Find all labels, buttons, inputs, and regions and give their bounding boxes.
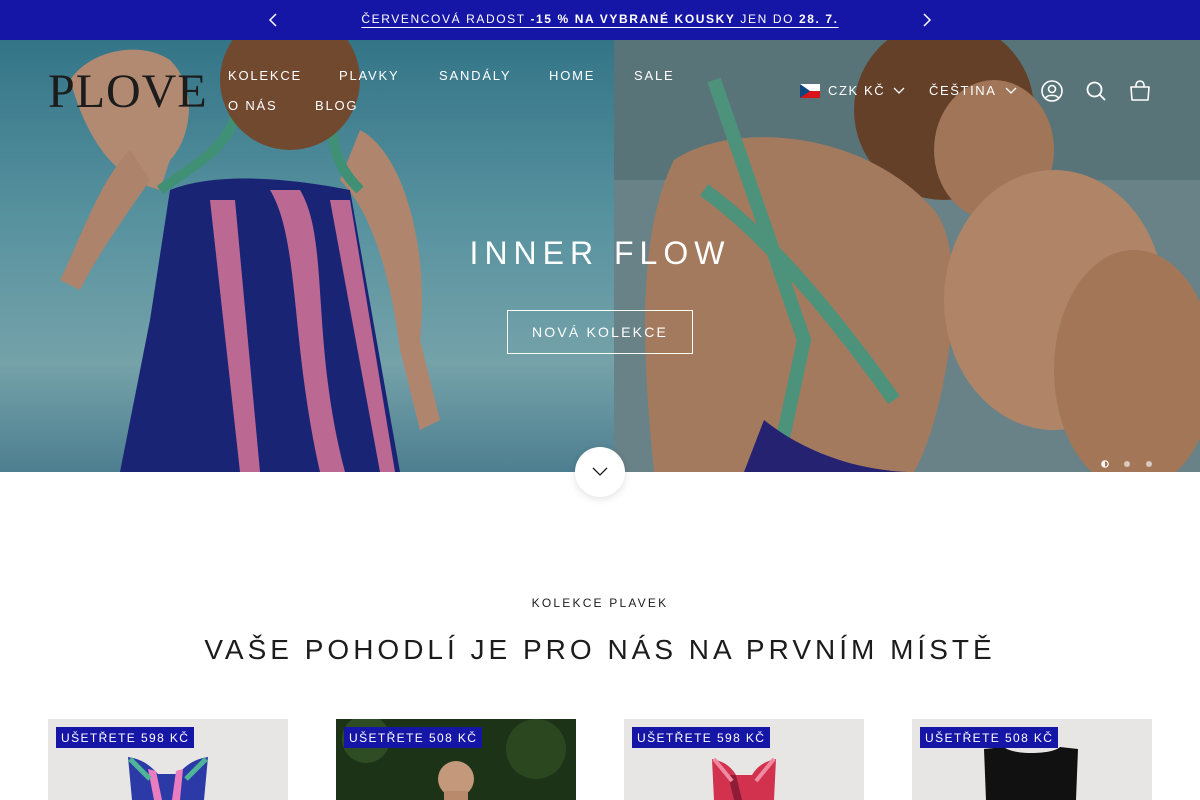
slide-dot-2[interactable] xyxy=(1122,456,1132,467)
announcement-link[interactable]: Červencová radost -15 % na vybrané kousk… xyxy=(357,12,843,26)
currency-selector[interactable]: CZK Kč xyxy=(800,83,905,98)
product-card[interactable]: Ušetřete 598 Kč xyxy=(48,719,288,800)
slide-dot-3[interactable] xyxy=(1144,456,1154,467)
announcement-bar: Červencová radost -15 % na vybrané kousk… xyxy=(0,0,1200,40)
nav-item-home[interactable]: Home xyxy=(549,68,595,83)
discount-badge: Ušetřete 508 Kč xyxy=(344,727,483,748)
scroll-down-button[interactable] xyxy=(575,447,625,497)
nav-item-blog[interactable]: Blog xyxy=(315,98,358,113)
nav-item-sale[interactable]: Sale xyxy=(634,68,674,83)
product-card[interactable]: Ušetřete 508 Kč xyxy=(336,719,576,800)
chevron-left-icon xyxy=(268,13,277,27)
chevron-down-icon xyxy=(1005,87,1017,94)
announcement-text: jen do xyxy=(735,12,799,26)
nav-item-plavky[interactable]: Plavky xyxy=(339,68,399,83)
hero-title: INNER FLOW xyxy=(469,235,731,271)
product-card[interactable]: Ušetřete 598 Kč xyxy=(624,719,864,800)
section-subtitle: Kolekce plavek xyxy=(531,596,669,610)
announcement-discount: -15 % na vybrané kousky xyxy=(530,12,736,26)
announcement-date: 28. 7. xyxy=(798,12,839,26)
nav-item-kolekce[interactable]: Kolekce xyxy=(228,68,302,83)
language-label: Čeština xyxy=(929,83,997,98)
slide-dot-1[interactable] xyxy=(1100,456,1110,468)
logo[interactable]: PLOVE xyxy=(48,68,208,116)
nav-item-o-nas[interactable]: O nás xyxy=(228,98,277,113)
announcement-text: Červencová radost xyxy=(361,12,531,26)
product-card[interactable]: Ušetřete 508 Kč xyxy=(912,719,1152,800)
chevron-down-icon xyxy=(893,87,905,94)
language-selector[interactable]: Čeština xyxy=(929,83,1017,98)
site-header: PLOVE Kolekce Plavky Sandály Home Sale O… xyxy=(0,40,1200,140)
previous-announcement-button[interactable] xyxy=(264,10,284,30)
new-collection-button[interactable]: Nová kolekce xyxy=(507,310,693,354)
cart-icon[interactable] xyxy=(1128,79,1152,103)
nav-item-sandaly[interactable]: Sandály xyxy=(439,68,511,83)
account-icon[interactable] xyxy=(1040,79,1064,103)
chevron-right-icon xyxy=(923,13,932,27)
discount-badge: Ušetřete 598 Kč xyxy=(56,727,195,748)
discount-badge: Ušetřete 598 Kč xyxy=(632,727,771,748)
section-title: Vaše pohodlí je pro nás na prvním místě xyxy=(204,634,996,665)
next-announcement-button[interactable] xyxy=(916,10,936,30)
discount-badge: Ušetřete 508 Kč xyxy=(920,727,1059,748)
slide-pagination xyxy=(1100,456,1156,468)
search-icon[interactable] xyxy=(1084,79,1108,103)
chevron-down-icon xyxy=(592,467,608,476)
currency-label: CZK Kč xyxy=(828,83,886,98)
czech-flag-icon xyxy=(800,83,820,98)
